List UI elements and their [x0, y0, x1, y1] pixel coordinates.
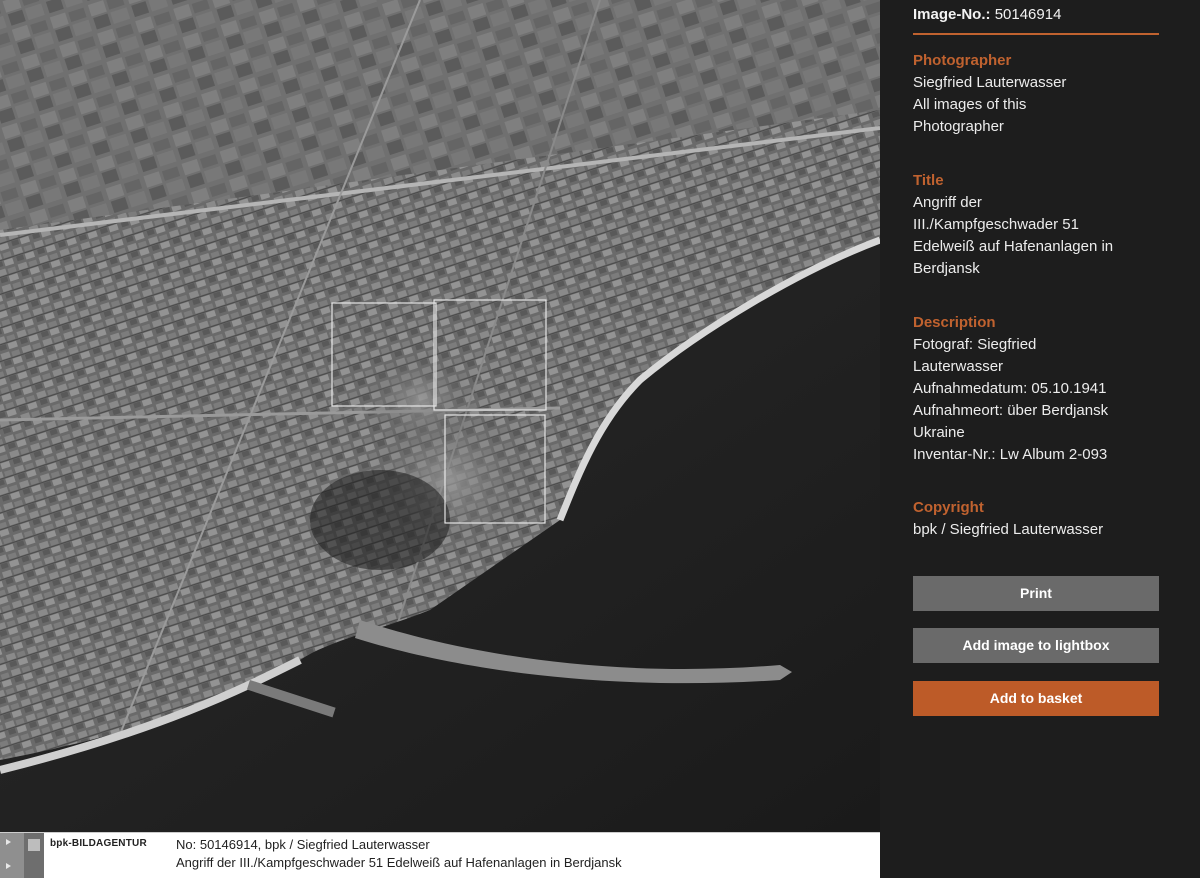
- add-to-lightbox-button[interactable]: Add image to lightbox: [913, 628, 1159, 663]
- aerial-photo[interactable]: [0, 0, 880, 832]
- description-line: Fotograf: Siegfried: [913, 336, 1037, 353]
- description-line: Aufnahmeort: über Berdjansk: [913, 402, 1109, 419]
- copyright-label: Copyright: [913, 499, 984, 516]
- photographer-label: Photographer: [913, 52, 1012, 69]
- image-number: Image-No.: 50146914: [913, 6, 1061, 23]
- logo-square-icon: [28, 839, 40, 851]
- caption-line-number: No: 50146914, bpk / Siegfried Lauterwass…: [176, 837, 430, 852]
- description-label: Description: [913, 314, 996, 331]
- caption-toggle-handle[interactable]: [0, 833, 24, 878]
- title-label: Title: [913, 172, 944, 189]
- print-button[interactable]: Print: [913, 576, 1159, 611]
- image-viewer: bpk-BILDAGENTUR No: 50146914, bpk / Sieg…: [0, 0, 880, 878]
- description-text: Fotograf: Siegfried Lauterwasser Aufnahm…: [913, 334, 1108, 466]
- title-line: Angriff der: [913, 194, 982, 211]
- image-caption-bar: bpk-BILDAGENTUR No: 50146914, bpk / Sieg…: [0, 832, 880, 878]
- all-images-link-line2: Photographer: [913, 118, 1004, 135]
- header-divider: [913, 33, 1159, 35]
- title-line: III./Kampfgeschwader 51: [913, 216, 1079, 233]
- copyright-text: bpk / Siegfried Lauterwasser: [913, 521, 1104, 538]
- caption-brand: bpk-BILDAGENTUR: [50, 838, 147, 849]
- image-info-panel: Image-No.: 50146914 Photographer Siegfri…: [880, 0, 1200, 878]
- aerial-photo-image: [0, 0, 880, 832]
- description-line: Inventar-Nr.: Lw Album 2-093: [913, 446, 1108, 463]
- description-line: Ukraine: [913, 424, 965, 441]
- photographer-name: Siegfried Lauterwasser: [913, 74, 1067, 91]
- title-text: Angriff der III./Kampfgeschwader 51 Edel…: [913, 192, 1113, 280]
- arrow-right-icon: [6, 839, 11, 845]
- all-images-link-line1: All images of this: [913, 96, 1027, 113]
- add-to-basket-button[interactable]: Add to basket: [913, 681, 1159, 716]
- title-line: Berdjansk: [913, 260, 980, 277]
- arrow-right-icon: [6, 863, 11, 869]
- title-line: Edelweiß auf Hafenanlagen in: [913, 238, 1114, 255]
- description-line: Aufnahmedatum: 05.10.1941: [913, 380, 1107, 397]
- image-number-label: Image-No.:: [913, 6, 991, 23]
- all-images-link[interactable]: All images of this Photographer: [913, 94, 1026, 138]
- caption-line-title: Angriff der III./Kampfgeschwader 51 Edel…: [176, 855, 622, 870]
- image-number-value: 50146914: [994, 6, 1062, 23]
- bpk-logo-mark: [24, 833, 44, 878]
- description-line: Lauterwasser: [913, 358, 1004, 375]
